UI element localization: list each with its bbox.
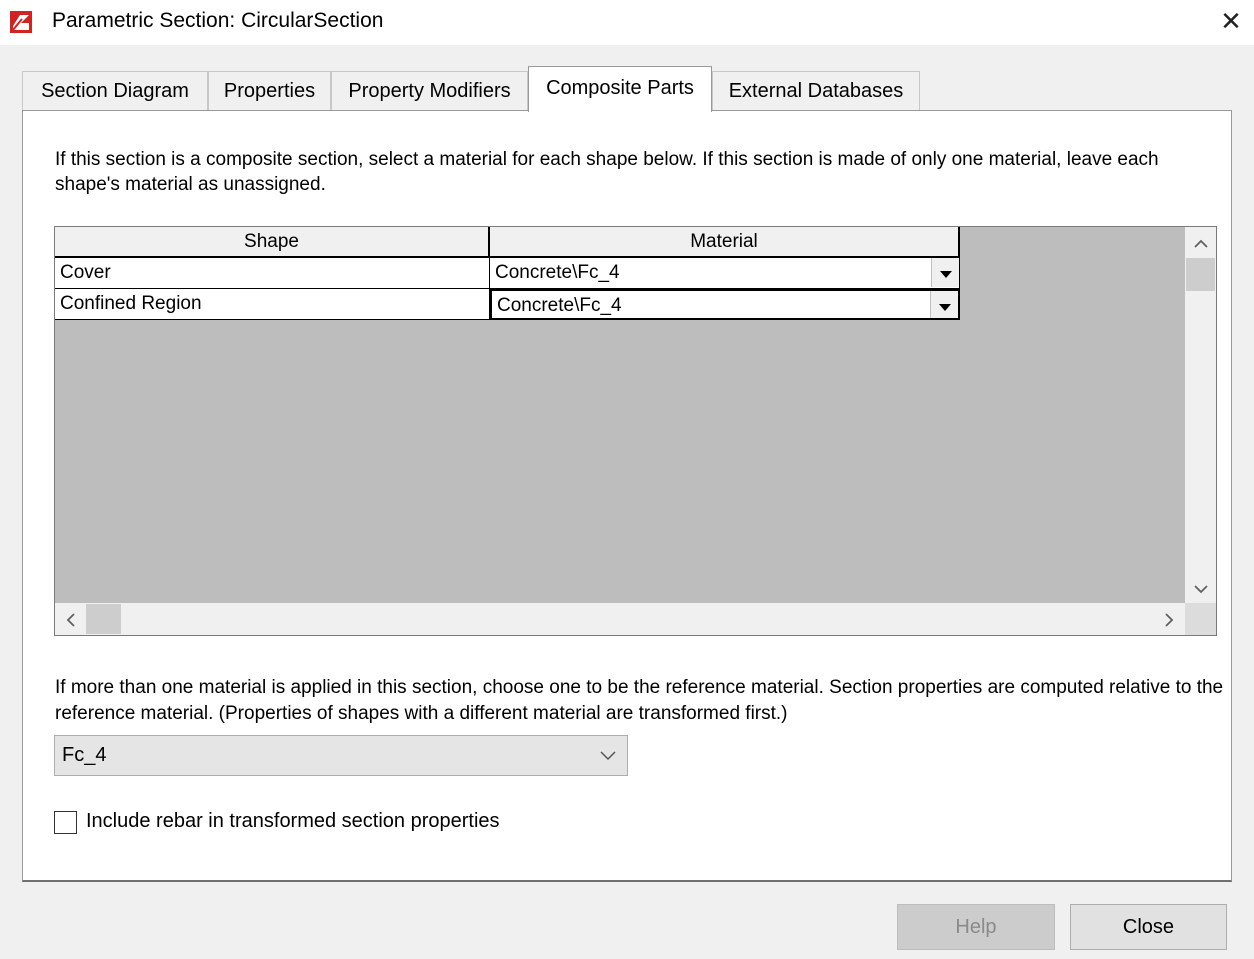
table-row: Confined Region Concrete\Fc_4 [55,289,960,320]
tab-composite-parts[interactable]: Composite Parts [528,66,712,112]
grid-table: Shape Material Cover Concrete\Fc_4 Confi… [55,227,960,320]
composite-parts-panel: If this section is a composite section, … [22,110,1232,882]
reference-material-select[interactable]: Fc_4 [54,735,628,776]
scroll-left-icon[interactable] [55,603,86,634]
tab-strip: Section Diagram Properties Property Modi… [22,66,1232,112]
title-bar: Parametric Section: CircularSection ✕ [0,0,1254,45]
shape-cell[interactable]: Cover [55,258,490,289]
tab-property-modifiers[interactable]: Property Modifiers [331,71,528,111]
intro-text: If this section is a composite section, … [55,149,1159,195]
scroll-right-icon[interactable] [1154,603,1185,634]
tab-external-databases[interactable]: External Databases [712,71,920,111]
scrollbar-corner [1185,603,1216,635]
app-logo-icon [10,11,32,33]
column-header-shape[interactable]: Shape [55,227,490,258]
material-dropdown[interactable]: Concrete\Fc_4 [490,289,960,320]
close-button[interactable]: Close [1070,904,1227,950]
material-value: Concrete\Fc_4 [495,262,620,283]
vertical-scroll-thumb[interactable] [1186,258,1215,291]
vertical-scrollbar[interactable] [1185,227,1216,604]
material-dropdown[interactable]: Concrete\Fc_4 [490,258,960,289]
table-row: Cover Concrete\Fc_4 [55,258,960,289]
grid-header-row: Shape Material [55,227,960,258]
tab-section-diagram[interactable]: Section Diagram [22,71,208,111]
scroll-up-icon[interactable] [1185,227,1216,258]
material-value: Concrete\Fc_4 [497,295,622,316]
window-close-button[interactable]: ✕ [1216,6,1246,36]
reference-material-text: If more than one material is applied in … [55,677,1224,724]
tab-properties[interactable]: Properties [208,71,331,111]
column-header-material[interactable]: Material [490,227,960,258]
dropdown-arrow-icon[interactable] [931,258,959,287]
shape-cell[interactable]: Confined Region [55,289,490,320]
scroll-down-icon[interactable] [1185,573,1216,604]
composite-grid: Shape Material Cover Concrete\Fc_4 Confi… [54,226,1217,636]
window-title: Parametric Section: CircularSection [52,9,384,32]
horizontal-scrollbar[interactable] [55,603,1185,635]
chevron-down-icon [600,751,616,761]
reference-material-value: Fc_4 [62,744,107,766]
help-button[interactable]: Help [897,904,1055,950]
horizontal-scroll-thumb[interactable] [86,604,121,634]
include-rebar-label[interactable]: Include rebar in transformed section pro… [86,810,500,833]
dropdown-arrow-icon[interactable] [930,291,958,318]
include-rebar-checkbox[interactable] [54,811,77,834]
